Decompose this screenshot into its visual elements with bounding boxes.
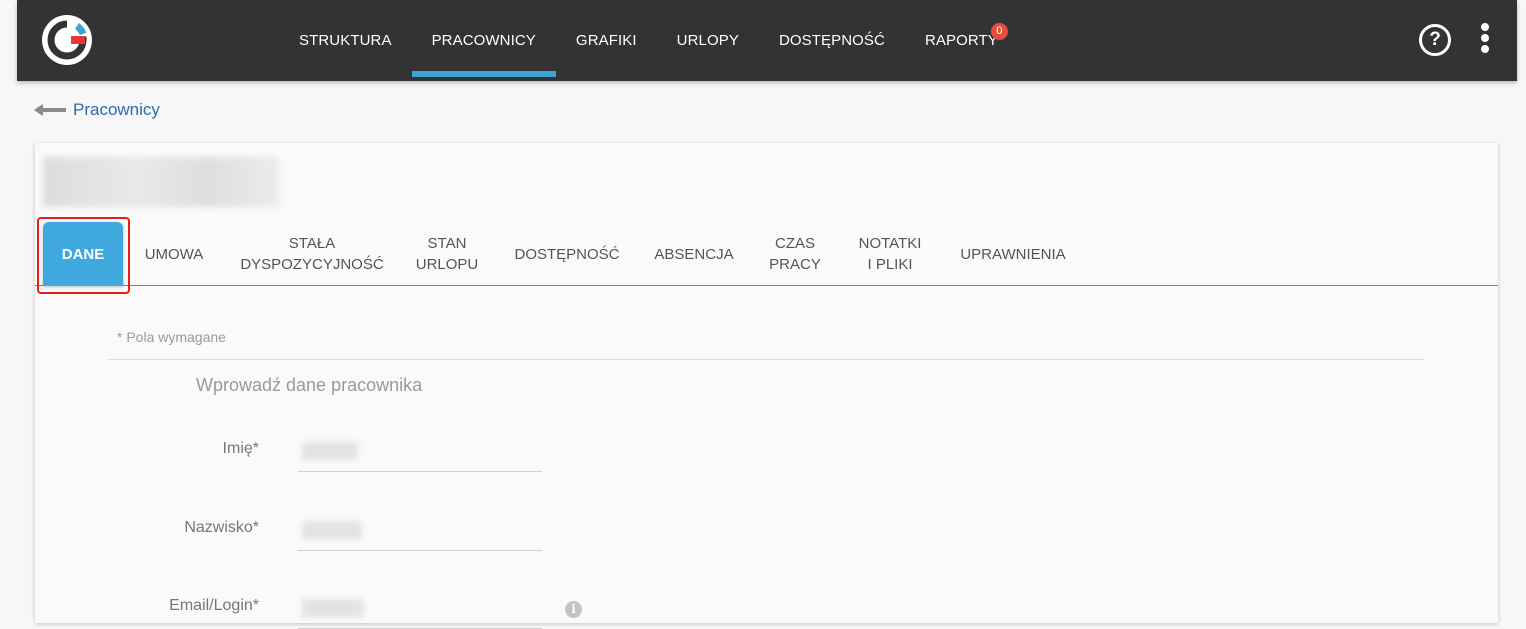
form-section-title: Wprowadź dane pracownika — [196, 375, 423, 395]
app-logo[interactable] — [41, 14, 93, 66]
breadcrumb-label: Pracownicy — [73, 100, 160, 119]
last-name-field[interactable] — [298, 515, 542, 551]
employee-name-redacted — [43, 157, 279, 207]
tab-czas-pracy[interactable]: CZAS PRACY — [763, 222, 827, 286]
tab-absencja[interactable]: ABSENCJA — [647, 222, 741, 286]
tab-stala-dyspozycyjnosc[interactable]: STAŁA DYSPOZYCYJNOŚĆ — [240, 222, 383, 286]
breadcrumb-back[interactable]: Pracownicy — [34, 100, 160, 120]
form-divider — [108, 359, 1425, 360]
back-arrow-icon — [34, 104, 66, 116]
first-name-label: Imię* — [222, 440, 259, 457]
tab-uprawnienia[interactable]: UPRAWNIENIA — [953, 222, 1073, 286]
required-fields-note: * Pola wymagane — [117, 329, 226, 345]
nav-dostepnosc[interactable]: DOSTĘPNOŚĆ — [759, 0, 905, 81]
tab-bar: DANE UMOWA STAŁA DYSPOZYCYJNOŚĆ STAN URL… — [35, 222, 1498, 286]
notification-badge: 0 — [990, 23, 1008, 40]
tab-dostepnosc[interactable]: DOSTĘPNOŚĆ — [511, 222, 623, 286]
top-navbar: STRUKTURA PRACOWNICY GRAFIKI URLOPY DOST… — [17, 0, 1517, 81]
first-name-field[interactable] — [298, 436, 542, 472]
tab-notatki-i-pliki[interactable]: NOTATKI I PLIKI — [851, 222, 929, 286]
nav-pracownicy[interactable]: PRACOWNICY — [411, 0, 557, 81]
tab-stan-urlopu[interactable]: STAN URLOPU — [407, 222, 487, 286]
last-name-label: Nazwisko* — [184, 519, 259, 536]
help-icon[interactable]: ? — [1419, 24, 1451, 56]
email-login-label: Email/Login* — [169, 597, 259, 614]
nav-struktura[interactable]: STRUKTURA — [279, 0, 412, 81]
more-menu-icon[interactable] — [1478, 21, 1492, 57]
nav-raporty[interactable]: RAPORTY 0 — [905, 0, 1018, 81]
main-nav: STRUKTURA PRACOWNICY GRAFIKI URLOPY DOST… — [279, 0, 1018, 81]
info-icon[interactable]: i — [565, 601, 582, 618]
tab-umowa[interactable]: UMOWA — [133, 222, 215, 286]
employee-card: DANE UMOWA STAŁA DYSPOZYCYJNOŚĆ STAN URL… — [35, 143, 1498, 629]
tab-dane[interactable]: DANE — [43, 222, 123, 286]
email-login-field[interactable] — [298, 593, 542, 629]
nav-grafiki[interactable]: GRAFIKI — [556, 0, 657, 81]
nav-urlopy[interactable]: URLOPY — [657, 0, 759, 81]
